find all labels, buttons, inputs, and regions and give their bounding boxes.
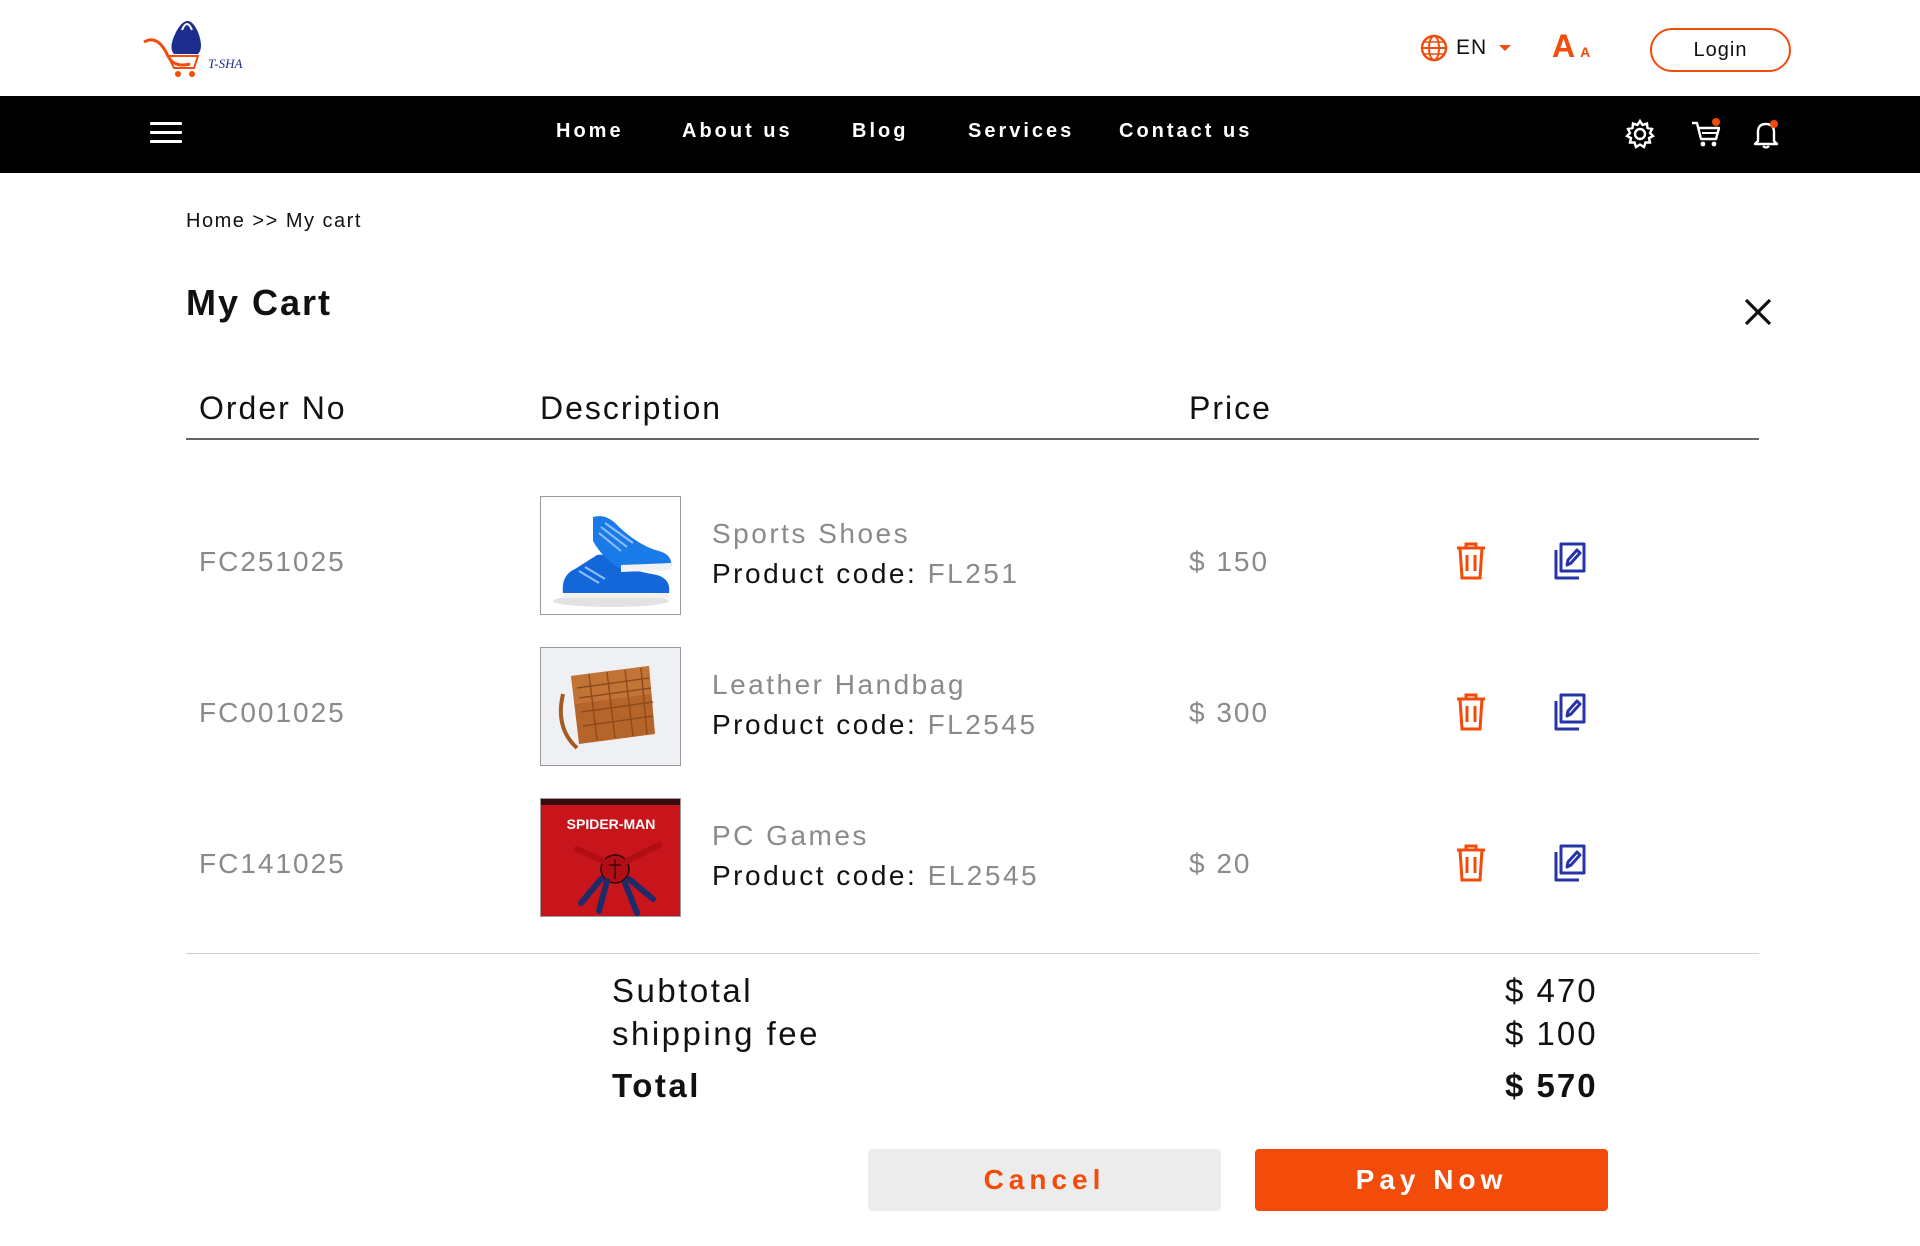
main-navbar: Home About us Blog Services Contact us — [0, 96, 1920, 173]
trash-icon[interactable] — [1454, 541, 1488, 581]
spider-man-game-cover-image: SPIDER-MAN — [541, 799, 680, 916]
font-size-large-label: A — [1552, 28, 1576, 64]
breadcrumb-separator: >> — [252, 210, 279, 232]
table-footer-divider — [186, 953, 1759, 954]
order-number: FC141025 — [199, 848, 346, 879]
product-code: Product code: FL2545 — [712, 709, 1038, 741]
nav-item-services[interactable]: Services — [968, 120, 1074, 143]
product-code: Product code: EL2545 — [712, 860, 1039, 892]
edit-icon[interactable] — [1553, 541, 1587, 581]
font-size-small-label: A — [1580, 44, 1591, 60]
close-icon[interactable] — [1740, 294, 1776, 330]
page-title: My Cart — [186, 282, 333, 323]
edit-icon[interactable] — [1553, 692, 1587, 732]
login-button[interactable]: Login — [1650, 28, 1791, 72]
order-number: FC001025 — [199, 697, 346, 728]
cart-icon[interactable] — [1690, 118, 1722, 150]
column-header-order-no: Order No — [199, 390, 347, 426]
product-image-pc-game[interactable]: SPIDER-MAN — [540, 798, 681, 917]
font-size-toggle[interactable]: A A — [1552, 28, 1590, 65]
shipping-fee-value: $ 100 — [1505, 1015, 1598, 1052]
product-image-sports-shoes[interactable] — [540, 496, 681, 615]
svg-text:T-SHA: T-SHA — [208, 56, 242, 71]
sports-shoes-image — [541, 497, 680, 614]
breadcrumb-current: My cart — [285, 210, 362, 232]
language-label: EN — [1456, 36, 1488, 59]
trash-icon[interactable] — [1454, 843, 1488, 883]
language-selector[interactable]: EN — [1420, 33, 1512, 63]
product-name: Sports Shoes — [712, 518, 911, 549]
table-header-divider — [186, 438, 1759, 440]
product-price: $ 300 — [1189, 697, 1270, 728]
total-value: $ 570 — [1505, 1067, 1598, 1104]
product-price: $ 150 — [1189, 546, 1270, 577]
brand-logo[interactable]: T-SHA — [140, 12, 250, 82]
breadcrumb: Home >> My cart — [186, 210, 362, 233]
order-number: FC251025 — [199, 546, 346, 577]
total-label: Total — [612, 1067, 701, 1104]
nav-item-contact-us[interactable]: Contact us — [1119, 120, 1252, 143]
edit-icon[interactable] — [1553, 843, 1587, 883]
product-image-leather-handbag[interactable] — [540, 647, 681, 766]
subtotal-label: Subtotal — [612, 972, 754, 1009]
subtotal-value: $ 470 — [1505, 972, 1598, 1009]
hamburger-menu-icon[interactable] — [150, 122, 182, 146]
shopping-bag-logo-icon: T-SHA — [143, 21, 242, 77]
cancel-button[interactable]: Cancel — [868, 1149, 1221, 1211]
bell-icon[interactable] — [1750, 118, 1782, 150]
product-code-value: FL251 — [927, 558, 1020, 589]
nav-item-about-us[interactable]: About us — [682, 120, 793, 143]
svg-text:SPIDER-MAN: SPIDER-MAN — [567, 816, 656, 832]
column-header-price: Price — [1189, 390, 1272, 426]
product-code-label: Product code: — [712, 709, 928, 740]
product-code-label: Product code: — [712, 860, 928, 891]
nav-item-blog[interactable]: Blog — [852, 120, 908, 143]
product-code: Product code: FL251 — [712, 558, 1019, 590]
product-price: $ 20 — [1189, 848, 1252, 879]
breadcrumb-home[interactable]: Home — [186, 210, 245, 232]
pay-now-button[interactable]: Pay Now — [1255, 1149, 1608, 1211]
product-code-value: EL2545 — [927, 860, 1040, 891]
product-code-value: FL2545 — [927, 709, 1038, 740]
top-header: T-SHA EN A A Login — [0, 0, 1920, 96]
leather-handbag-image — [541, 648, 680, 765]
globe-icon — [1420, 34, 1448, 62]
nav-item-home[interactable]: Home — [556, 120, 624, 143]
product-name: Leather Handbag — [712, 669, 966, 700]
shipping-fee-label: shipping fee — [612, 1015, 820, 1052]
product-name: PC Games — [712, 820, 869, 851]
column-header-description: Description — [540, 390, 723, 426]
trash-icon[interactable] — [1454, 692, 1488, 732]
gear-icon[interactable] — [1624, 118, 1656, 150]
product-code-label: Product code: — [712, 558, 928, 589]
chevron-down-icon — [1499, 45, 1512, 51]
